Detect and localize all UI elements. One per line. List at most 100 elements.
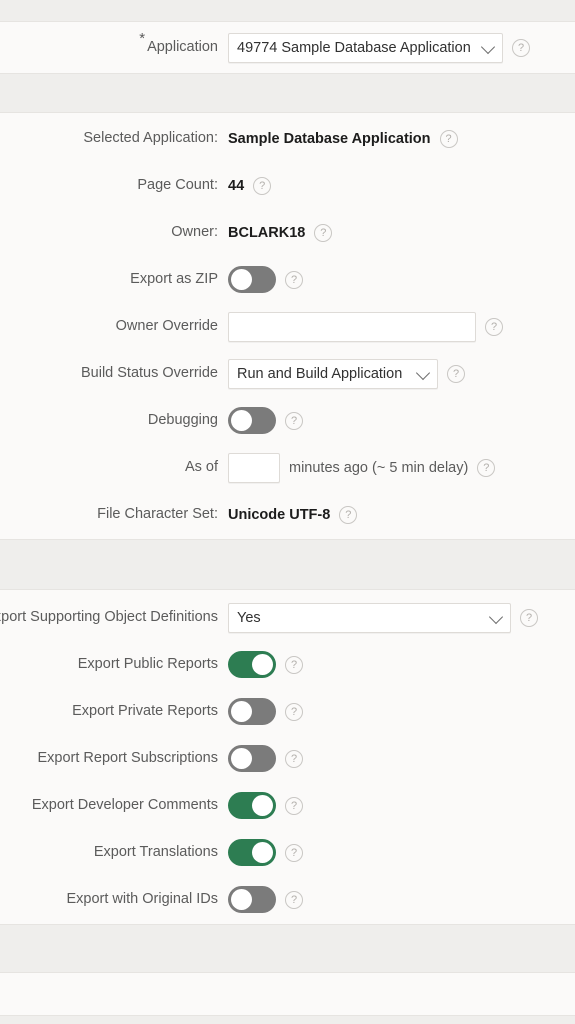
help-icon[interactable]: ?	[285, 411, 303, 430]
help-icon[interactable]: ?	[477, 458, 496, 477]
help-icon[interactable]: ?	[285, 702, 303, 721]
export-supporting-object-definitions-select[interactable]: Yes	[228, 602, 511, 633]
page-count-label: Page Count:	[137, 176, 218, 193]
label-text: Export Supporting Object Definitions	[0, 608, 218, 625]
help-icon[interactable]: ?	[285, 270, 303, 289]
as-of-field-group: minutes ago (~ 5 min delay) ?	[228, 452, 575, 483]
row-as-of: As of minutes ago (~ 5 min delay) ?	[0, 444, 575, 491]
file-character-set-field-group: Unicode UTF-8 ?	[228, 505, 575, 524]
required-marker: *	[139, 29, 146, 47]
row-debugging: Debugging ?	[0, 397, 575, 444]
export-public-reports-label: Export Public Reports	[77, 655, 218, 672]
row-build-status-override: Build Status Override Run and Build Appl…	[0, 350, 575, 397]
row-export-report-subscriptions: Export Report Subscriptions ?	[0, 735, 575, 782]
export-translations-field-group: ?	[228, 839, 575, 866]
row-export-public-reports: Export Public Reports ?	[0, 641, 575, 688]
export-application-page: * Application 49774 Sample Database Appli…	[0, 0, 575, 1024]
section-gap-band-3	[0, 925, 575, 972]
selected-application-field-group: Sample Database Application ?	[228, 129, 575, 148]
help-icon[interactable]: ?	[285, 655, 303, 674]
export-developer-comments-field-group: ?	[228, 792, 575, 819]
help-icon[interactable]: ?	[447, 364, 465, 383]
export-report-subscriptions-label: Export Report Subscriptions	[37, 749, 218, 766]
export-supporting-object-definitions-value: Yes	[237, 609, 261, 626]
export-private-reports-toggle[interactable]	[228, 698, 276, 725]
export-public-reports-toggle[interactable]	[228, 651, 276, 678]
toggle-knob	[252, 842, 273, 863]
application-label-text: Application	[147, 38, 218, 55]
export-private-reports-label: Export Private Reports	[72, 702, 218, 719]
row-selected-application: Selected Application: Sample Database Ap…	[0, 115, 575, 162]
application-select[interactable]: 49774 Sample Database Application	[228, 32, 503, 63]
debugging-toggle[interactable]	[228, 407, 276, 434]
export-with-original-ids-field-group: ?	[228, 886, 575, 913]
section-gap-band-2	[0, 540, 575, 589]
toggle-knob	[252, 654, 273, 675]
row-owner-override: Owner Override ?	[0, 303, 575, 350]
export-with-original-ids-toggle[interactable]	[228, 886, 276, 913]
debugging-label: Debugging	[147, 411, 218, 428]
row-export-with-original-ids: Export with Original IDs ?	[0, 876, 575, 923]
row-page-count: Page Count: 44 ?	[0, 162, 575, 209]
selected-application-label: Selected Application:	[83, 129, 218, 146]
build-status-override-field-group: Run and Build Application ?	[228, 358, 575, 389]
chevron-down-icon	[488, 609, 504, 624]
as-of-input[interactable]	[228, 452, 280, 483]
as-of-suffix-text: minutes ago (~ 5 min delay)	[289, 459, 469, 476]
help-icon[interactable]: ?	[314, 223, 333, 242]
row-application: * Application 49774 Sample Database Appli…	[0, 22, 575, 73]
top-spacer-band	[0, 0, 575, 21]
bottom-panel	[0, 972, 575, 1016]
selected-application-value: Sample Database Application	[228, 130, 431, 147]
application-selector-panel: * Application 49774 Sample Database Appli…	[0, 21, 575, 74]
debugging-field-group: ?	[228, 407, 575, 434]
build-status-override-value: Run and Build Application	[237, 365, 403, 382]
export-as-zip-toggle[interactable]	[228, 266, 276, 293]
owner-value: BCLARK18	[228, 224, 306, 241]
export-as-zip-label: Export as ZIP	[130, 270, 218, 287]
build-status-override-label: Build Status Override	[80, 364, 218, 381]
export-translations-toggle[interactable]	[228, 839, 276, 866]
export-developer-comments-toggle[interactable]	[228, 792, 276, 819]
row-export-as-zip: Export as ZIP ?	[0, 256, 575, 303]
export-report-subscriptions-field-group: ?	[228, 745, 575, 772]
row-file-character-set: File Character Set: Unicode UTF-8 ?	[0, 491, 575, 538]
export-options-panel: Export Supporting Object Definitions Yes…	[0, 589, 575, 925]
application-select-value: 49774 Sample Database Application	[237, 39, 471, 56]
help-icon[interactable]: ?	[512, 38, 530, 57]
toggle-knob	[231, 269, 252, 290]
section-gap-band-1	[0, 74, 575, 112]
row-export-developer-comments: Export Developer Comments ?	[0, 782, 575, 829]
application-details-panel: Selected Application: Sample Database Ap…	[0, 112, 575, 540]
help-icon[interactable]: ?	[339, 505, 358, 524]
help-icon[interactable]: ?	[285, 843, 303, 862]
toggle-knob	[231, 889, 252, 910]
help-icon[interactable]: ?	[520, 608, 538, 627]
application-label: * Application	[0, 31, 228, 56]
row-export-private-reports: Export Private Reports ?	[0, 688, 575, 735]
export-translations-label: Export Translations	[93, 843, 218, 860]
row-export-translations: Export Translations ?	[0, 829, 575, 876]
application-field-group: 49774 Sample Database Application ?	[228, 32, 575, 63]
help-icon[interactable]: ?	[485, 317, 503, 336]
export-report-subscriptions-toggle[interactable]	[228, 745, 276, 772]
owner-label: Owner:	[171, 223, 218, 240]
toggle-knob	[231, 748, 252, 769]
help-icon[interactable]: ?	[285, 890, 303, 909]
help-icon[interactable]: ?	[285, 749, 303, 768]
export-private-reports-field-group: ?	[228, 698, 575, 725]
as-of-label: As of	[184, 458, 218, 475]
help-icon[interactable]: ?	[439, 129, 458, 148]
chevron-down-icon	[415, 365, 431, 380]
owner-override-input[interactable]	[228, 311, 476, 342]
export-supporting-object-definitions-field-group: Yes ?	[228, 602, 575, 633]
export-supporting-object-definitions-label: Export Supporting Object Definitions	[0, 609, 228, 626]
row-owner: Owner: BCLARK18 ?	[0, 209, 575, 256]
build-status-override-select[interactable]: Run and Build Application	[228, 358, 438, 389]
page-count-value: 44	[228, 177, 245, 194]
owner-override-label: Owner Override	[115, 317, 218, 334]
help-icon[interactable]: ?	[253, 176, 272, 195]
owner-field-group: BCLARK18 ?	[228, 223, 575, 242]
help-icon[interactable]: ?	[285, 796, 303, 815]
chevron-down-icon	[480, 39, 496, 54]
